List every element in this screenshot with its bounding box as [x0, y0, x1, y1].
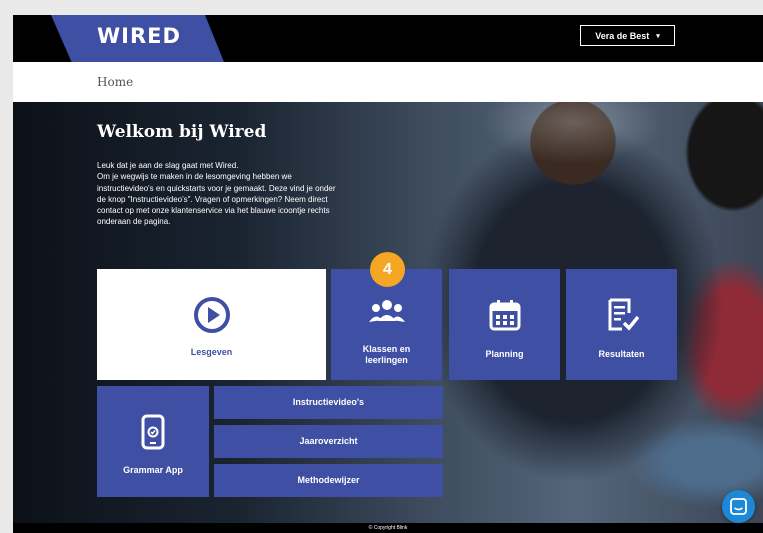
- welcome-line: contact op met onze klantenservice via h…: [97, 206, 330, 216]
- chevron-down-icon: ▾: [656, 32, 660, 40]
- welcome-line: Om je wegwijs te maken in de lesomgeving…: [97, 172, 292, 182]
- tile-jaaroverzicht[interactable]: Jaaroverzicht: [214, 425, 443, 458]
- tile-label: Planning: [485, 349, 524, 359]
- users-icon: [368, 297, 405, 327]
- chat-icon: [730, 498, 747, 515]
- app-window: WIRED Vera de Best ▾ Home Welkom bij Wir…: [13, 15, 763, 533]
- tile-methodewijzer[interactable]: Methodewijzer: [214, 464, 443, 497]
- wired-logo[interactable]: WIRED: [97, 24, 181, 48]
- breadcrumb: Home: [13, 62, 763, 102]
- tile-label: Klassen en: [362, 344, 411, 354]
- user-name: Vera de Best: [595, 30, 650, 41]
- smartphone-icon: [141, 414, 165, 452]
- tile-grammar-app[interactable]: Grammar App: [97, 386, 209, 497]
- tile-label: Grammar App: [123, 465, 183, 475]
- breadcrumb-home[interactable]: Home: [97, 75, 133, 89]
- step-badge: 4: [370, 252, 405, 287]
- top-navbar: WIRED Vera de Best ▾: [13, 15, 763, 67]
- page-title: Welkom bij Wired: [97, 122, 267, 142]
- tile-planning[interactable]: Planning: [449, 269, 560, 380]
- calendar-icon: [488, 298, 522, 334]
- tile-resultaten[interactable]: Resultaten: [566, 269, 677, 380]
- welcome-line: de knop "Instructievideo's". Vragen of o…: [97, 194, 328, 204]
- tile-instructievideos[interactable]: Instructievideo's: [214, 386, 443, 419]
- welcome-line: onderaan de pagina.: [97, 217, 171, 227]
- tile-label: leerlingen: [365, 355, 408, 365]
- footer-copyright: © Copyright Blink: [13, 523, 763, 533]
- clipboard-check-icon: [605, 297, 639, 335]
- welcome-line: Leuk dat je aan de slag gaat met Wired.: [97, 161, 239, 170]
- tile-lesgeven[interactable]: Lesgeven: [97, 269, 326, 380]
- tile-label: Resultaten: [598, 349, 645, 359]
- hero-section: Welkom bij Wired Leuk dat je aan de slag…: [13, 102, 763, 523]
- play-circle-icon: [193, 296, 231, 336]
- tile-label: Lesgeven: [190, 347, 233, 357]
- chat-button[interactable]: [722, 490, 755, 523]
- user-menu-button[interactable]: Vera de Best ▾: [580, 25, 675, 46]
- welcome-text: Leuk dat je aan de slag gaat met Wired. …: [97, 160, 397, 228]
- welcome-line: instructievideo's en quickstarts voor je…: [97, 183, 336, 193]
